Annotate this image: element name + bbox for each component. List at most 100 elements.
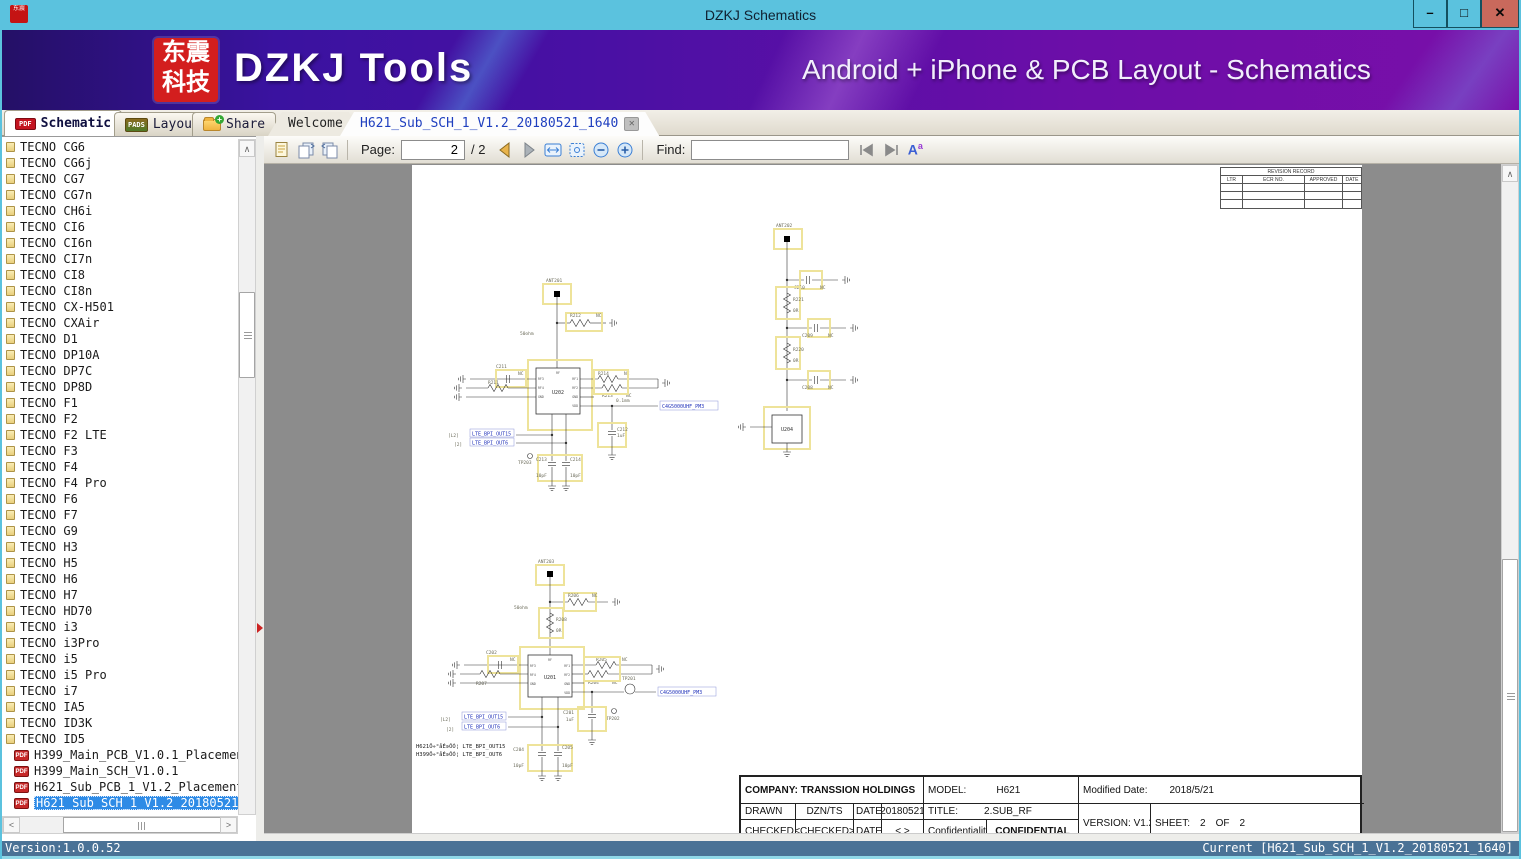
list-item[interactable]: TECNO i3 [2, 619, 238, 635]
match-case-button[interactable]: Aa [903, 138, 927, 162]
scrollbar-thumb[interactable] [63, 817, 221, 833]
ref-label: C213 [536, 457, 547, 463]
minimize-button[interactable]: – [1413, 0, 1447, 28]
list-item[interactable]: TECNO DP8D [2, 379, 238, 395]
fit-page-button[interactable] [565, 138, 589, 162]
viewer-vertical-scrollbar[interactable]: ∧ [1501, 164, 1519, 833]
list-item[interactable]: TECNO F2 LTE [2, 427, 238, 443]
previous-page-button[interactable] [493, 138, 517, 162]
pin-label: RF [548, 658, 552, 662]
pdf-icon: PDF [15, 117, 36, 130]
zoom-out-button[interactable] [589, 138, 613, 162]
rotate-right-button[interactable] [318, 138, 342, 162]
scrollbar-thumb[interactable] [1502, 559, 1518, 832]
list-item[interactable]: TECNO CI8 [2, 267, 238, 283]
list-item[interactable]: TECNO CG7 [2, 171, 238, 187]
list-item[interactable]: TECNO CG6 [2, 139, 238, 155]
list-item-label: H621_Sub_SCH_1_V1.2_20180521_1640 [34, 796, 238, 810]
list-item[interactable]: TECNO ID5 [2, 731, 238, 747]
list-item[interactable]: TECNO CI8n [2, 283, 238, 299]
list-item[interactable]: TECNO i3Pro [2, 635, 238, 651]
list-item[interactable]: TECNO CX-H501 [2, 299, 238, 315]
list-item[interactable]: TECNO G9 [2, 523, 238, 539]
list-item[interactable]: TECNO HD70 [2, 603, 238, 619]
list-item[interactable]: TECNO ID3K [2, 715, 238, 731]
value-label: 1uF [566, 717, 574, 723]
ref-label: TP203 [518, 460, 532, 466]
list-item[interactable]: TECNO CXAir [2, 315, 238, 331]
checked-value-cell: <CHECKED> [796, 820, 854, 833]
list-item[interactable]: TECNO i5 [2, 651, 238, 667]
tab-schematic[interactable]: PDF Schematic [4, 110, 123, 136]
find-input[interactable] [691, 139, 850, 160]
list-item[interactable]: TECNO H3 [2, 539, 238, 555]
brand-logo-line1: 东震 [162, 39, 210, 66]
doc-tab-document[interactable]: H621_Sub_SCH_1_V1.2_20180521_1640 ✕ [340, 112, 659, 136]
title-bar: 东震 DZKJ Schematics – □ ✕ [2, 0, 1519, 30]
list-item[interactable]: TECNO CI6n [2, 235, 238, 251]
net-link[interactable]: LTE_BPI_OUT15 [472, 432, 511, 438]
scroll-left-arrow[interactable]: < [3, 817, 20, 833]
sidebar-horizontal-scrollbar[interactable]: < > [2, 816, 238, 834]
close-tab-icon[interactable]: ✕ [624, 117, 639, 131]
scroll-up-arrow[interactable]: ∧ [1502, 165, 1518, 182]
folder-icon [6, 142, 15, 152]
list-item[interactable]: TECNO DP7C [2, 363, 238, 379]
list-item[interactable]: TECNO i5 Pro [2, 667, 238, 683]
plus-icon: + [215, 114, 224, 124]
drawn-label-cell: DRAWN [741, 804, 796, 820]
pdf-viewer[interactable]: REVISION RECORD LTR ECR NO. APPROVED DAT… [264, 164, 1519, 833]
single-page-view-button[interactable] [270, 138, 294, 162]
list-item[interactable]: TECNO DP10A [2, 347, 238, 363]
list-item[interactable]: TECNO IA5 [2, 699, 238, 715]
list-item[interactable]: TECNO CG7n [2, 187, 238, 203]
scroll-up-arrow[interactable]: ∧ [239, 140, 255, 157]
net-link[interactable]: LTE_BPI_OUT15 [464, 715, 503, 721]
list-item[interactable]: H621_Sub_PCB_1_V1.2_Placement [2, 779, 238, 795]
tab-share[interactable]: + Share [192, 112, 277, 136]
next-page-icon [524, 141, 536, 158]
list-item[interactable]: TECNO F2 [2, 411, 238, 427]
list-item[interactable]: TECNO F3 [2, 443, 238, 459]
panel-splitter[interactable] [256, 136, 264, 841]
list-item[interactable]: TECNO CH6i [2, 203, 238, 219]
net-link[interactable]: LTE_BPI_OUT6 [464, 725, 500, 731]
list-item[interactable]: TECNO F4 Pro [2, 475, 238, 491]
maximize-button[interactable]: □ [1447, 0, 1481, 28]
list-item[interactable]: TECNO F7 [2, 507, 238, 523]
ref-label: C214 [570, 457, 581, 463]
list-item[interactable]: TECNO i7 [2, 683, 238, 699]
list-item[interactable]: TECNO F6 [2, 491, 238, 507]
close-button[interactable]: ✕ [1481, 0, 1519, 28]
toolbar-separator [347, 139, 348, 160]
list-item[interactable]: TECNO CI6 [2, 219, 238, 235]
list-item-label: TECNO CG6j [20, 156, 93, 170]
scroll-right-arrow[interactable]: > [220, 817, 237, 833]
page-number-input[interactable] [400, 139, 465, 160]
find-previous-button[interactable] [855, 138, 879, 162]
list-item[interactable]: TECNO F1 [2, 395, 238, 411]
list-item[interactable]: H399_Main_PCB_V1.0.1_Placement [2, 747, 238, 763]
net-link[interactable]: C4G5000UHF_PM3 [662, 404, 704, 410]
value-label: NC [828, 385, 834, 391]
list-item[interactable]: TECNO CI7n [2, 251, 238, 267]
list-item[interactable]: TECNO H5 [2, 555, 238, 571]
zoom-in-button[interactable] [613, 138, 637, 162]
folder-icon [6, 414, 15, 424]
rotate-left-button[interactable] [294, 138, 318, 162]
fit-width-button[interactable] [541, 138, 565, 162]
list-item[interactable]: TECNO CG6j [2, 155, 238, 171]
next-page-button[interactable] [517, 138, 541, 162]
list-item[interactable]: H621_Sub_SCH_1_V1.2_20180521_1640 [2, 795, 238, 811]
sidebar-vertical-scrollbar[interactable]: ∧ [238, 139, 256, 815]
scrollbar-thumb[interactable] [239, 292, 255, 378]
find-next-button[interactable] [879, 138, 903, 162]
net-link[interactable]: LTE_BPI_OUT6 [472, 441, 508, 447]
list-item[interactable]: TECNO H7 [2, 587, 238, 603]
net-link[interactable]: C4G5000UHF_PM3 [660, 690, 702, 696]
list-item[interactable]: TECNO F4 [2, 459, 238, 475]
splitter-collapse-arrow[interactable] [257, 623, 263, 633]
list-item[interactable]: H399_Main_SCH_V1.0.1 [2, 763, 238, 779]
list-item[interactable]: TECNO H6 [2, 571, 238, 587]
list-item[interactable]: TECNO D1 [2, 331, 238, 347]
